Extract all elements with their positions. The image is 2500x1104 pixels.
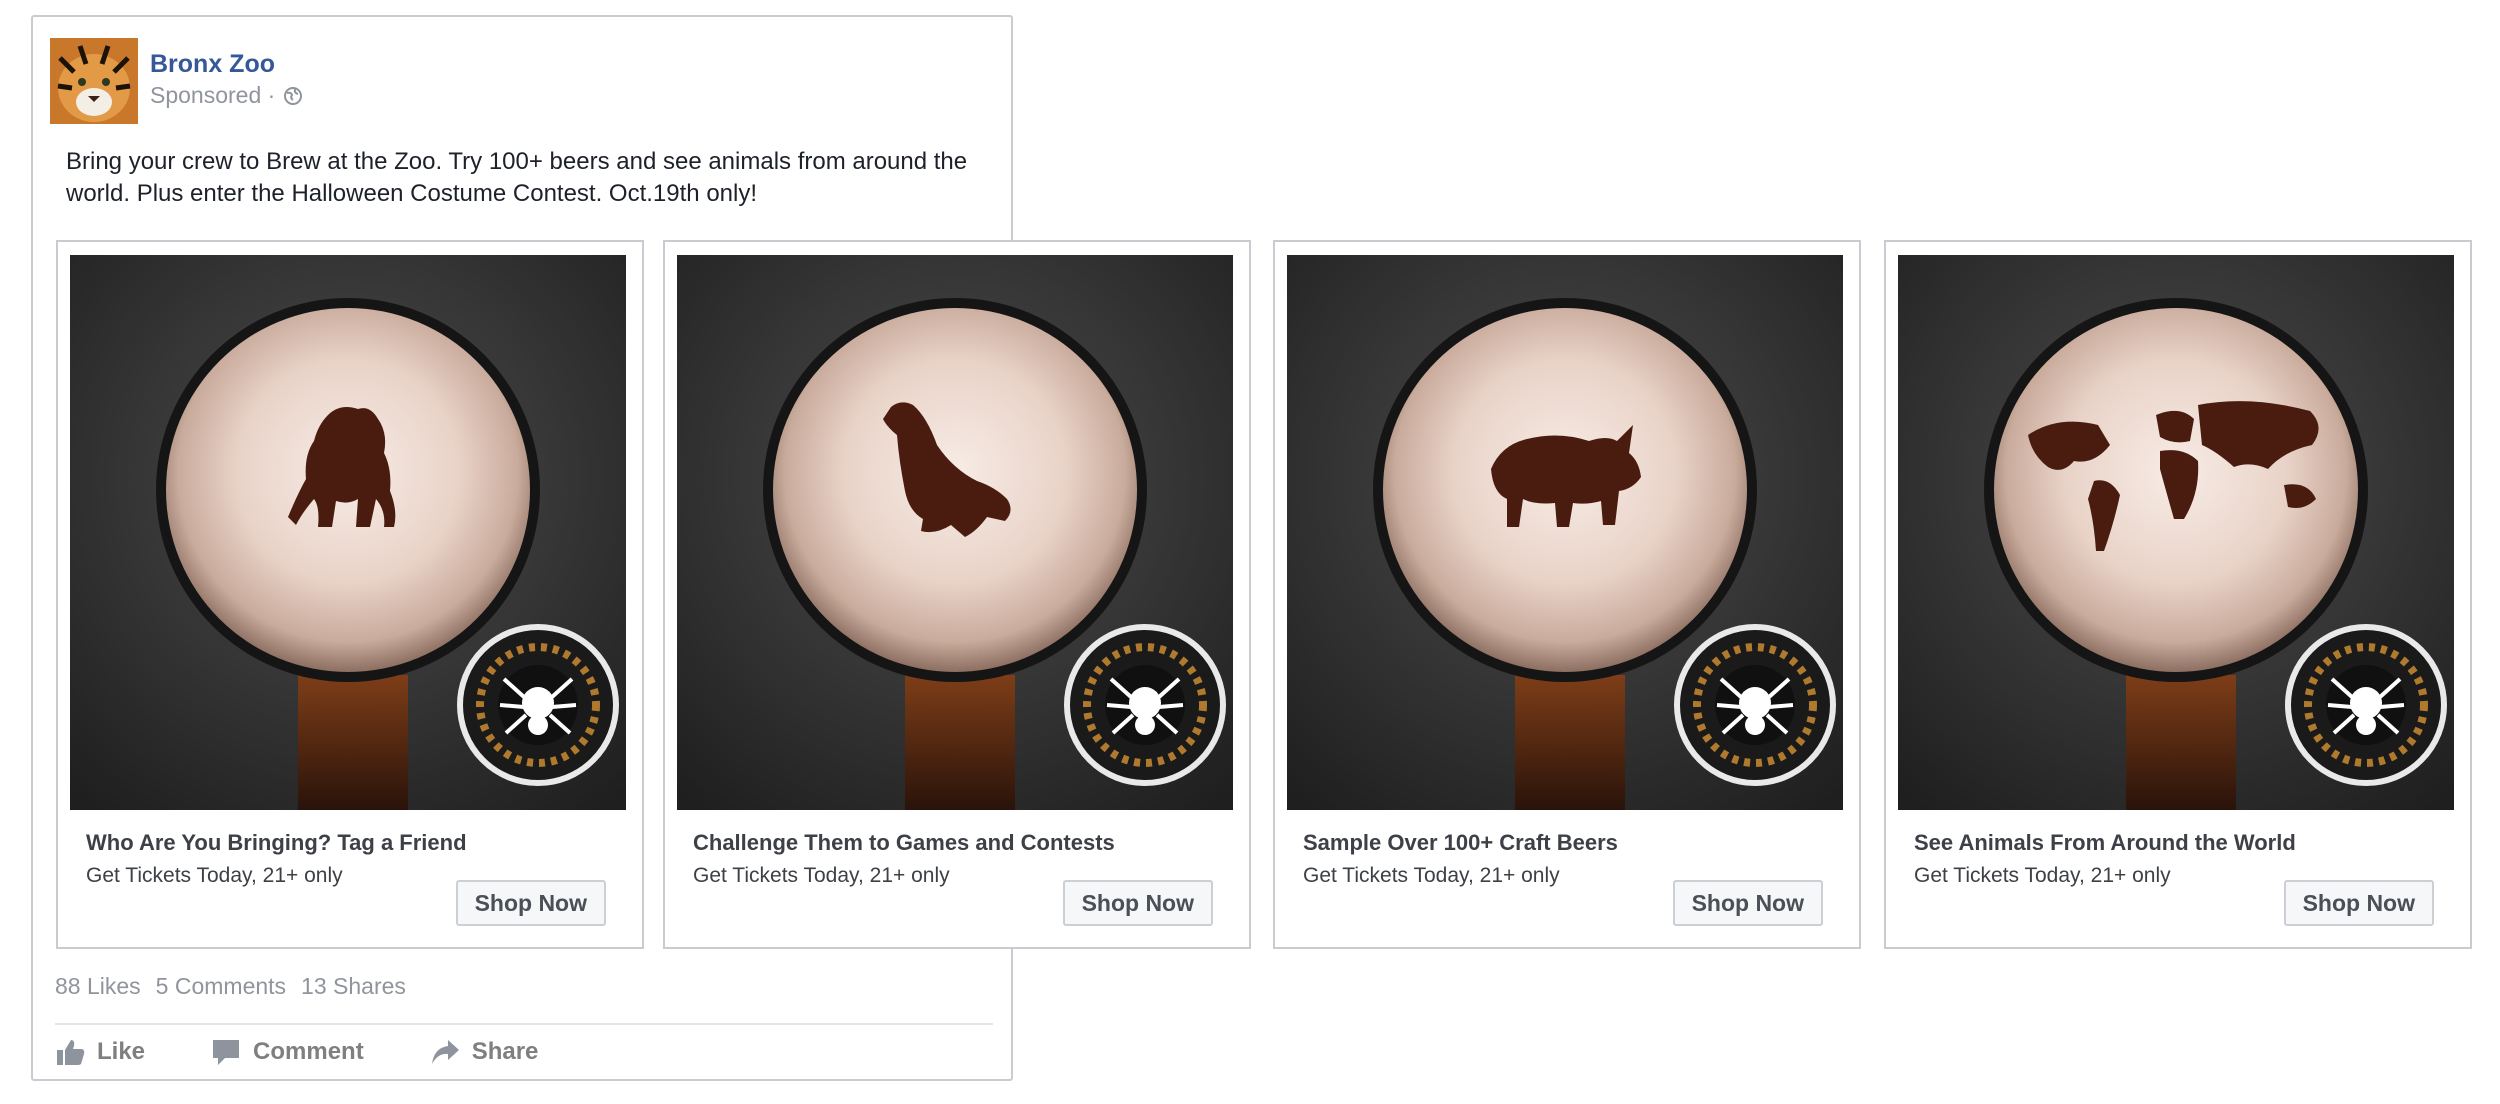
card-image[interactable] — [677, 255, 1233, 810]
card-image[interactable] — [1287, 255, 1843, 810]
card-headline: Who Are You Bringing? Tag a Friend — [86, 830, 467, 855]
page-avatar[interactable] — [50, 38, 138, 124]
post-message: Bring your crew to Brew at the Zoo. Try … — [66, 148, 968, 207]
shop-now-button[interactable]: Shop Now — [1062, 880, 1213, 926]
page-name-link[interactable]: Bronx Zoo — [150, 50, 275, 79]
card-description: Get Tickets Today, 21+ only — [1914, 864, 2171, 887]
carousel-card[interactable]: Challenge Them to Games and Contests Get… — [663, 240, 1251, 949]
like-label: Like — [97, 1038, 146, 1065]
comments-count[interactable]: 5 Comments — [156, 973, 286, 1000]
carousel-card[interactable]: Who Are You Bringing? Tag a Friend Get T… — [56, 240, 644, 949]
comment-button[interactable]: Comment — [211, 1038, 364, 1066]
shares-count[interactable]: 13 Shares — [301, 973, 406, 1000]
share-arrow-icon — [431, 1040, 459, 1064]
likes-count[interactable]: 88 Likes — [55, 973, 141, 1000]
card-image[interactable] — [70, 255, 626, 810]
shop-now-button[interactable]: Shop Now — [1672, 880, 1823, 926]
action-bar: Like Comment Share — [55, 1038, 604, 1066]
card-image[interactable] — [1898, 255, 2454, 810]
comment-label: Comment — [253, 1038, 364, 1065]
shop-now-button[interactable]: Shop Now — [455, 880, 606, 926]
card-headline: See Animals From Around the World — [1914, 830, 2296, 855]
card-description: Get Tickets Today, 21+ only — [86, 864, 343, 887]
divider — [55, 1023, 993, 1025]
card-headline: Sample Over 100+ Craft Beers — [1303, 830, 1618, 855]
card-description: Get Tickets Today, 21+ only — [1303, 864, 1560, 887]
share-button[interactable]: Share — [430, 1038, 539, 1066]
globe-icon[interactable] — [283, 86, 303, 106]
carousel-card[interactable]: Sample Over 100+ Craft Beers Get Tickets… — [1273, 240, 1861, 949]
like-button[interactable]: Like — [55, 1038, 145, 1066]
sponsored-text: Sponsored · — [150, 82, 276, 108]
engagement-stats: 88 Likes 5 Comments 13 Shares — [55, 973, 406, 1000]
thumbs-up-icon — [57, 1040, 85, 1065]
card-headline: Challenge Them to Games and Contests — [693, 830, 1115, 855]
comment-icon — [213, 1040, 240, 1065]
shop-now-button[interactable]: Shop Now — [2283, 880, 2434, 926]
share-label: Share — [471, 1038, 539, 1065]
sponsored-label: Sponsored · — [150, 82, 303, 109]
carousel-card[interactable]: See Animals From Around the World Get Ti… — [1884, 240, 2472, 949]
card-description: Get Tickets Today, 21+ only — [693, 864, 950, 887]
